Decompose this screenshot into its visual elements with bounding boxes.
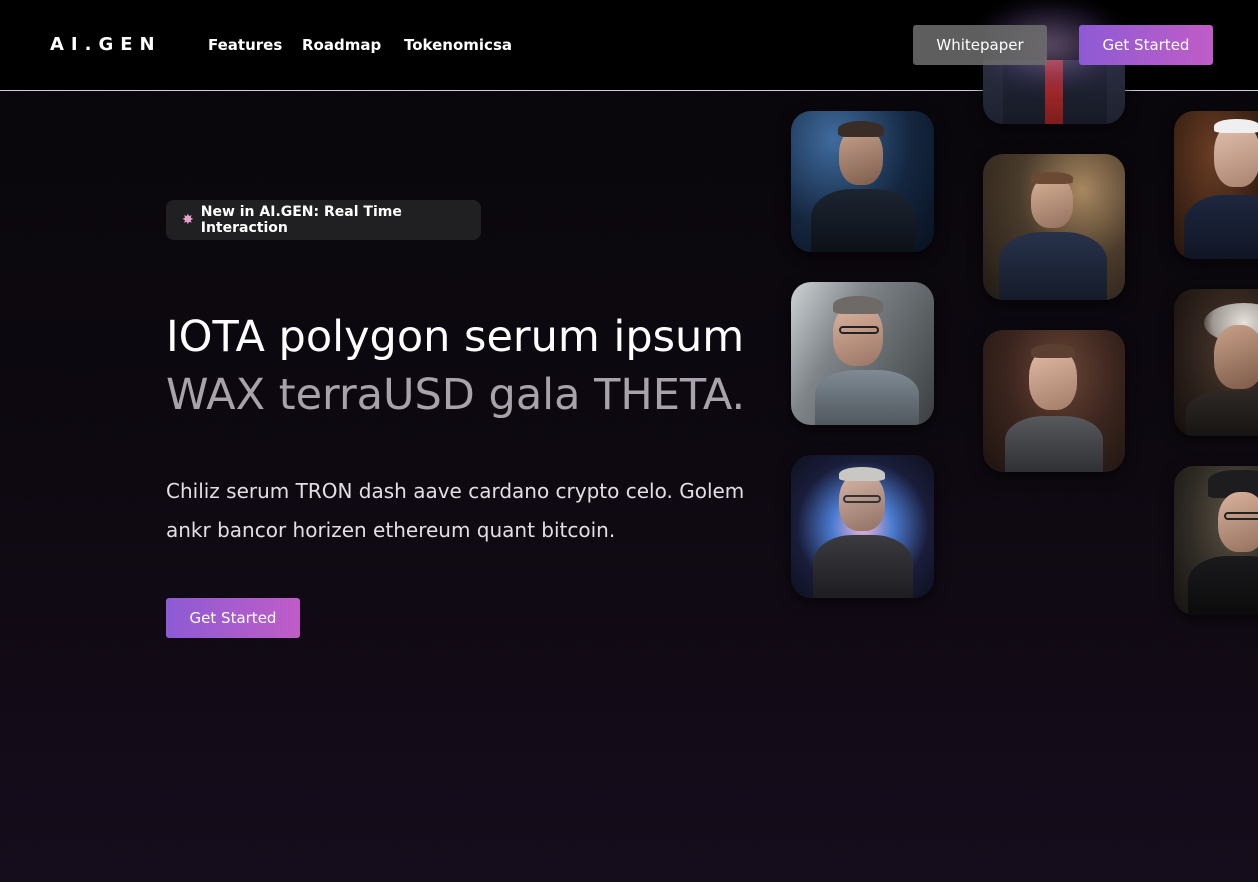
hero-headline-line2: WAX terraUSD gala THETA.: [166, 370, 746, 420]
portrait-2: [791, 282, 934, 425]
announcement-badge-text: New in AI.GEN: Real Time Interaction: [200, 204, 402, 236]
party-popper-icon: ✸: [182, 212, 194, 228]
announcement-badge[interactable]: ✸ New in AI.GEN: Real Time Interaction: [166, 200, 481, 240]
whitepaper-button[interactable]: Whitepaper: [913, 25, 1047, 65]
portrait-1: [791, 111, 934, 252]
nav-link-roadmap[interactable]: Roadmap: [302, 36, 381, 54]
nav-link-tokenomics[interactable]: Tokenomicsa: [404, 36, 512, 54]
hero-headline-line1: IOTA polygon serum ipsum: [166, 312, 745, 362]
portrait-3: [791, 455, 934, 598]
portrait-7: [1174, 111, 1258, 259]
portrait-6: [983, 330, 1125, 472]
hero-subtext: Chiliz serum TRON dash aave cardano cryp…: [166, 479, 745, 542]
brand-logo[interactable]: AI.GEN: [50, 34, 162, 55]
top-navbar: AI.GEN Features Roadmap Tokenomicsa Whit…: [0, 0, 1258, 91]
portrait-8: [1174, 289, 1258, 436]
hero-headline: IOTA polygon serum ipsum WAX terraUSD ga…: [166, 308, 806, 424]
nav-link-features[interactable]: Features: [208, 36, 282, 54]
hero-get-started-button[interactable]: Get Started: [166, 598, 300, 638]
portrait-5: [983, 154, 1125, 300]
nav-get-started-button[interactable]: Get Started: [1079, 25, 1213, 65]
portrait-9: [1174, 466, 1258, 615]
